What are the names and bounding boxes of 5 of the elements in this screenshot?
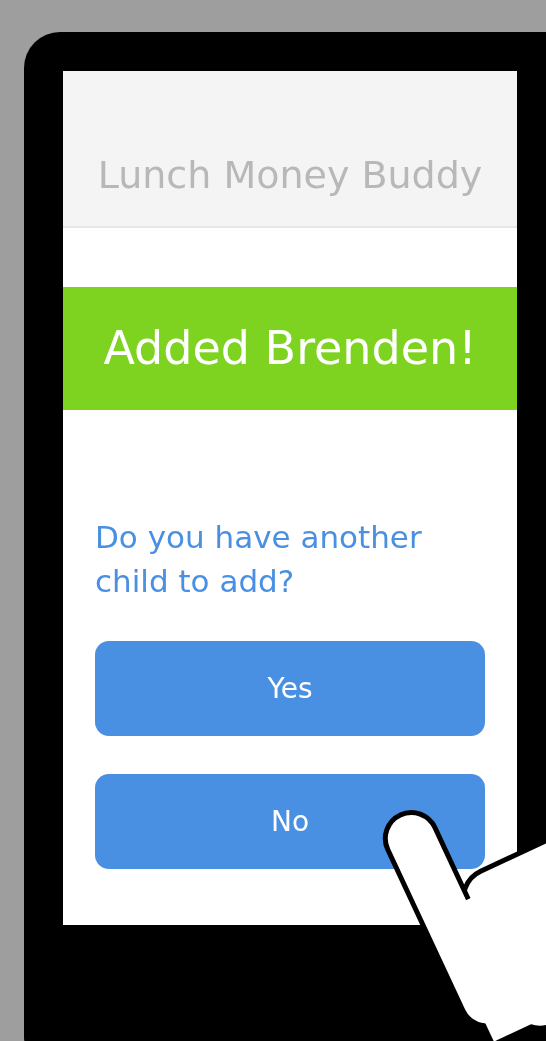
answer-button[interactable]: Yes (95, 641, 485, 736)
banner-text: Added Brenden! (103, 320, 477, 377)
app-title: Lunch Money Buddy (97, 152, 483, 199)
answer-button[interactable]: No (95, 774, 485, 869)
question-text: Do you have another child to add? (95, 518, 423, 601)
